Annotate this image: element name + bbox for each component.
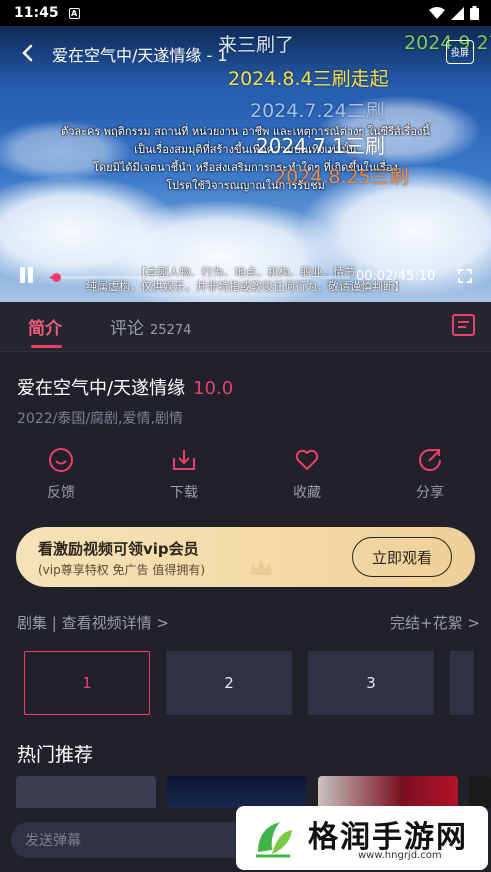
crown-icon bbox=[250, 560, 272, 575]
notification-icon: A bbox=[68, 7, 80, 19]
danmaku-comment: 2024.7.1三刷 bbox=[256, 134, 386, 158]
fullscreen-icon bbox=[467, 278, 472, 283]
episodes-status[interactable]: 完结+花絮 > bbox=[390, 612, 480, 633]
thai-subtitle-line: เป็นเรื่องสมมุติที่สร้างขึ้นเพื่อความบัน… bbox=[134, 143, 357, 156]
fullscreen-icon bbox=[458, 269, 463, 274]
favorite-button[interactable]: 收藏 bbox=[262, 446, 352, 502]
pause-button[interactable] bbox=[18, 267, 34, 285]
list-icon-line bbox=[458, 321, 469, 323]
action-row: 反馈 下载 收藏 分享 bbox=[0, 446, 491, 508]
show-title-text: 爱在空气中/天遂情缘 bbox=[17, 378, 186, 399]
favorite-label: 收藏 bbox=[293, 485, 321, 501]
list-icon-line bbox=[458, 326, 466, 328]
progress-handle[interactable] bbox=[52, 273, 61, 282]
status-time: 11:45 bbox=[14, 5, 59, 21]
download-label: 下载 bbox=[170, 485, 198, 501]
signal-icon bbox=[451, 6, 464, 20]
episode-button[interactable]: 1 bbox=[24, 651, 150, 715]
danmaku-input[interactable]: 发送弹幕 bbox=[11, 822, 261, 858]
share-icon bbox=[419, 449, 442, 472]
battery-icon bbox=[470, 6, 479, 20]
fullscreen-icon bbox=[467, 269, 472, 274]
comments-count: 25274 bbox=[150, 323, 192, 338]
cast-button[interactable]: 投屏 bbox=[446, 40, 474, 64]
vip-subtitle: (vip尊享特权 免广告 值得拥有) bbox=[38, 563, 206, 577]
episode-button[interactable]: 3 bbox=[308, 651, 434, 715]
episodes-header[interactable]: 剧集 | 查看视频详情 > bbox=[17, 612, 169, 633]
show-title: 爱在空气中/天遂情缘 10.0 bbox=[17, 374, 233, 400]
watch-now-button[interactable]: 立即观看 bbox=[352, 537, 452, 577]
vip-title: 看激励视频可领vip会员 bbox=[38, 540, 199, 558]
status-bar: 11:45 A bbox=[0, 0, 491, 26]
fullscreen-icon bbox=[458, 278, 463, 283]
pause-icon bbox=[20, 267, 25, 283]
vip-banner[interactable]: 看激励视频可领vip会员 (vip尊享特权 免广告 值得拥有) 立即观看 bbox=[16, 527, 475, 587]
share-label: 分享 bbox=[416, 485, 444, 501]
share-button[interactable]: 分享 bbox=[385, 446, 475, 502]
site-watermark: 格润手游网 www.hngrjd.com bbox=[236, 806, 488, 870]
download-button[interactable]: 下载 bbox=[139, 446, 229, 502]
thai-subtitle-line: โดยมิได้มีเจตนาชี้นำ หรือส่งเสริมการกระท… bbox=[93, 161, 398, 174]
danmaku-comment: 2024.7.24二刷 bbox=[250, 100, 385, 122]
wifi-icon bbox=[429, 6, 445, 19]
time-readout: 00:02/45:10 bbox=[356, 269, 436, 284]
feedback-label: 反馈 bbox=[47, 485, 75, 501]
thai-subtitle-line: ตัวละคร พฤติกรรม สถานที่ หน่วยงาน อาชีพ … bbox=[61, 125, 430, 138]
back-button[interactable] bbox=[16, 42, 38, 64]
progress-bar[interactable] bbox=[50, 273, 350, 282]
detail-tabs: 简介 评论 25274 bbox=[0, 302, 491, 352]
episode-button[interactable]: 2 bbox=[166, 651, 292, 715]
show-score: 10.0 bbox=[193, 378, 234, 399]
tab-intro[interactable]: 简介 bbox=[28, 314, 62, 339]
danmaku-list-button[interactable] bbox=[452, 314, 475, 336]
episode-button-partial[interactable] bbox=[450, 651, 474, 715]
section-title: 热门推荐 bbox=[17, 744, 94, 766]
watermark-url: www.hngrjd.com bbox=[358, 850, 442, 861]
watermark-logo-icon bbox=[244, 810, 302, 868]
fullscreen-button[interactable] bbox=[458, 269, 472, 283]
pause-icon bbox=[28, 267, 33, 283]
heart-icon bbox=[295, 449, 319, 470]
active-tab-indicator bbox=[31, 345, 62, 348]
video-player[interactable]: 爱在空气中/天遂情缘 - 1 来三刷了 2024.9.27 投屏 2024.8.… bbox=[0, 26, 491, 302]
tab-comments-label: 评论 bbox=[110, 319, 144, 339]
tab-comments[interactable]: 评论 25274 bbox=[110, 314, 191, 339]
video-title: 爱在空气中/天遂情缘 - 1 bbox=[52, 46, 228, 65]
feedback-icon bbox=[49, 448, 73, 472]
back-arrow-icon bbox=[22, 44, 33, 62]
danmaku-comment: 2024.8.4三刷走起 bbox=[228, 68, 389, 90]
danmaku-comment: 来三刷了 bbox=[218, 34, 295, 56]
show-meta: 2022/泰国/腐剧,爱情,剧情 bbox=[17, 411, 183, 427]
thai-subtitle-line: โปรดใช้วิจารณญาณในการรับชม bbox=[166, 179, 325, 192]
cast-label: 投屏 bbox=[450, 48, 469, 59]
feedback-button[interactable]: 反馈 bbox=[16, 446, 106, 502]
download-icon bbox=[173, 450, 195, 470]
